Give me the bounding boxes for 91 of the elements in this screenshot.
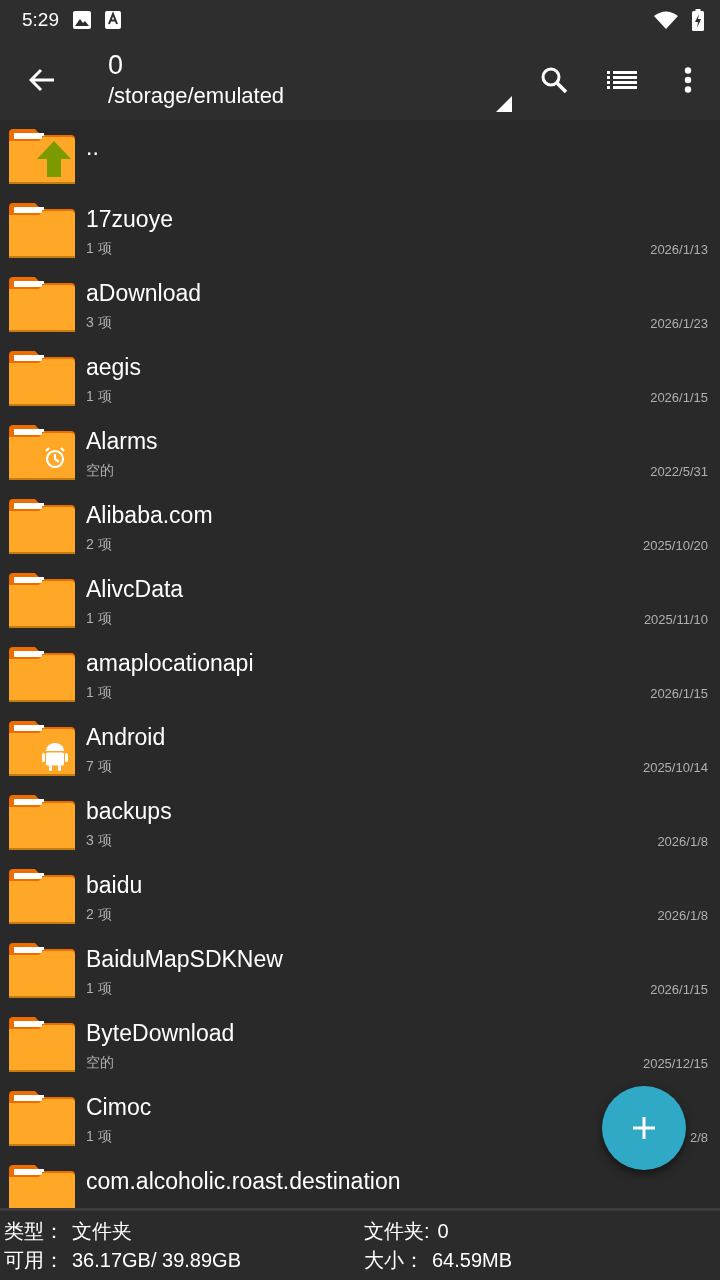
- modified-date: 2025/11/10: [643, 611, 708, 627]
- modified-date: 2026/1/8: [657, 907, 708, 923]
- folder-name: AlivcData: [86, 575, 185, 604]
- folder-name: BaiduMapSDKNew: [86, 945, 284, 974]
- item-count: 1 项: [86, 980, 112, 998]
- folder-row[interactable]: baidu 2 项 2026/1/8: [0, 860, 720, 934]
- folder-row[interactable]: backups 3 项 2026/1/8: [0, 786, 720, 860]
- folder-name: Cimoc: [86, 1093, 153, 1122]
- folder-icon: [9, 1091, 75, 1147]
- search-icon: [540, 66, 568, 94]
- folder-path[interactable]: /storage/emulated: [108, 81, 520, 111]
- more-icon: [684, 67, 692, 93]
- folder-row[interactable]: amaplocationapi 1 项 2026/1/15: [0, 638, 720, 712]
- folder-row[interactable]: Alarms 空的 2022/5/31: [0, 416, 720, 490]
- folder-name: Android: [86, 723, 167, 752]
- item-count: 1 项: [86, 1128, 112, 1146]
- detail-value: 64.59MB: [432, 1247, 513, 1273]
- detail-label: 可用：: [4, 1247, 64, 1273]
- folder-up-arrow-icon: [9, 129, 75, 185]
- modified-date: 2026/1/15: [650, 685, 708, 701]
- modified-date: 2/8: [689, 1129, 708, 1145]
- folder-row[interactable]: 17zuoye 1 项 2026/1/13: [0, 194, 720, 268]
- detail-value: 36.17GB/ 39.89GB: [72, 1247, 241, 1273]
- folder-alarm-clock-icon: [9, 425, 75, 481]
- folder-row[interactable]: Android 7 项 2025/10/14: [0, 712, 720, 786]
- folder-icon: [9, 351, 75, 407]
- folder-icon: [9, 795, 75, 851]
- folder-row[interactable]: AlivcData 1 项 2025/11/10: [0, 564, 720, 638]
- folder-name: ..: [86, 133, 100, 162]
- folder-icon: [9, 277, 75, 333]
- folder-row[interactable]: BaiduMapSDKNew 1 项 2026/1/15: [0, 934, 720, 1008]
- folder-row[interactable]: ByteDownload 空的 2025/12/15: [0, 1008, 720, 1082]
- folder-icon: [9, 573, 75, 629]
- item-count: 1 项: [86, 610, 112, 628]
- folder-name: aDownload: [86, 279, 203, 308]
- folder-name: Alarms: [86, 427, 159, 456]
- item-count: 7 项: [86, 758, 112, 776]
- item-count: 3 项: [86, 832, 112, 850]
- folder-icon: [9, 647, 75, 703]
- detail-label: 文件夹:: [364, 1218, 430, 1244]
- item-count: 1 项: [86, 240, 112, 258]
- modified-date: 2025/10/20: [642, 537, 708, 553]
- folder-row[interactable]: Cimoc 1 项 2/8: [0, 1082, 720, 1156]
- back-arrow-icon: [29, 68, 55, 92]
- plus-icon: [632, 1116, 656, 1140]
- dropdown-corner-icon[interactable]: [496, 96, 512, 112]
- text-icon: [105, 11, 121, 29]
- modified-date: 2026/1/8: [657, 833, 708, 849]
- folder-name: baidu: [86, 871, 144, 900]
- folder-icon: [9, 943, 75, 999]
- wifi-icon: [654, 11, 678, 29]
- folder-name: Alibaba.com: [86, 501, 214, 530]
- folder-row[interactable]: ..: [0, 120, 720, 194]
- item-count: 1 项: [86, 388, 112, 406]
- list-icon: [607, 70, 637, 90]
- folder-row[interactable]: aDownload 3 项 2026/1/23: [0, 268, 720, 342]
- folder-name: amaplocationapi: [86, 649, 255, 678]
- modified-date: 2026/1/23: [650, 315, 708, 331]
- modified-date: 2025/10/14: [642, 759, 708, 775]
- detail-label: 类型：: [4, 1218, 64, 1244]
- folder-name: 17zuoye: [86, 205, 174, 234]
- item-count: 空的: [86, 1054, 114, 1072]
- clock: 5:29: [22, 9, 59, 31]
- detail-label: 大小：: [364, 1247, 424, 1273]
- item-count: 1 项: [86, 684, 112, 702]
- folder-icon: [9, 499, 75, 555]
- item-count: 2 项: [86, 906, 112, 924]
- modified-date: 2026/1/13: [650, 241, 708, 257]
- folder-name: com.alcoholic.roast.destination: [86, 1167, 402, 1196]
- folder-title: 0: [108, 49, 125, 81]
- folder-row[interactable]: aegis 1 项 2026/1/15: [0, 342, 720, 416]
- folder-name: backups: [86, 797, 173, 826]
- folder-icon: [9, 203, 75, 259]
- folder-android-robot-icon: [9, 721, 75, 777]
- detail-value: 文件夹: [72, 1218, 132, 1244]
- item-count: 空的: [86, 462, 114, 480]
- item-count: 3 项: [86, 314, 112, 332]
- folder-icon: [9, 1017, 75, 1073]
- modified-date: 2026/1/15: [650, 389, 708, 405]
- folder-name: aegis: [86, 353, 142, 382]
- folder-name: ByteDownload: [86, 1019, 236, 1048]
- modified-date: 2025/12/15: [642, 1055, 708, 1071]
- item-count: 2 项: [86, 536, 112, 554]
- modified-date: 2022/5/31: [650, 463, 708, 479]
- image-icon: [73, 11, 91, 29]
- battery-icon: [692, 9, 704, 31]
- modified-date: 2026/1/15: [650, 981, 708, 997]
- folder-icon: [9, 869, 75, 925]
- folder-icon: [9, 1165, 75, 1208]
- detail-value: 0: [437, 1218, 449, 1244]
- folder-row[interactable]: Alibaba.com 2 项 2025/10/20: [0, 490, 720, 564]
